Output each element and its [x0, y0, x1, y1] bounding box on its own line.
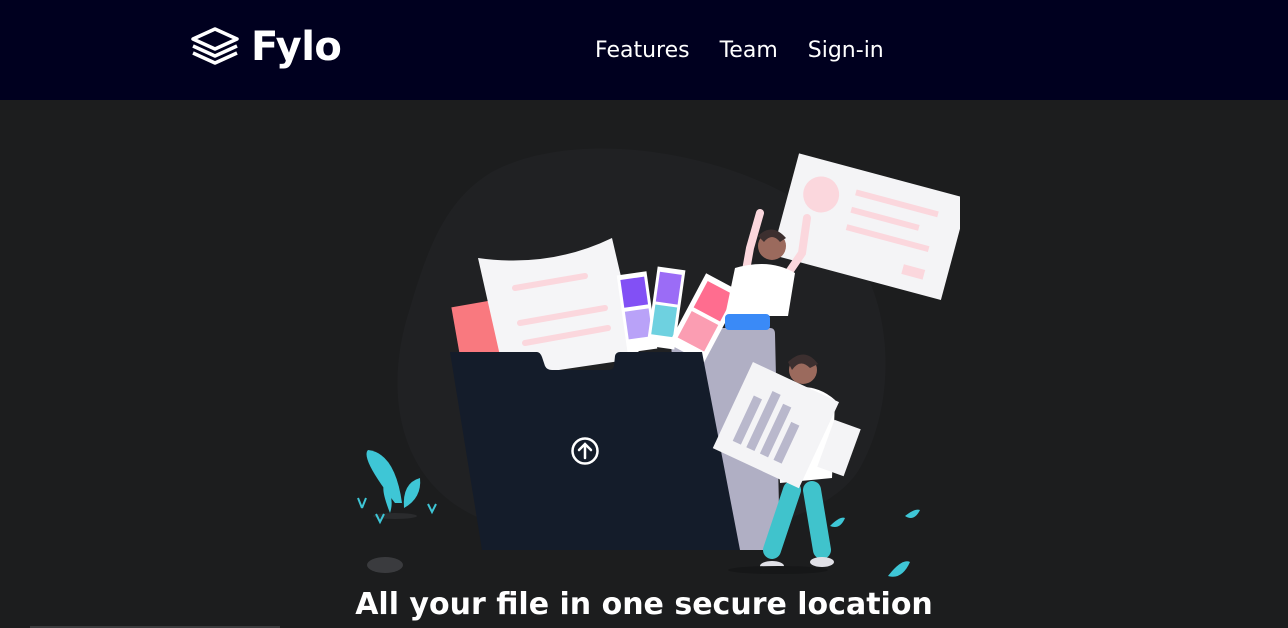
nav-link-sign-in[interactable]: Sign-in	[808, 36, 884, 66]
leaf-right-2	[905, 509, 920, 518]
leaf-right-3	[888, 561, 910, 577]
hero-illustration	[357, 148, 960, 577]
folder-front	[450, 352, 740, 550]
leaf-right-1	[830, 517, 845, 527]
plant-left	[366, 450, 421, 519]
brand-name: Fylo	[251, 24, 342, 70]
brand-logo[interactable]: Fylo	[189, 22, 342, 72]
nav-link-team[interactable]: Team	[720, 36, 778, 66]
layers-icon	[191, 27, 239, 65]
nav-links: Features Team Sign-in	[595, 36, 884, 66]
nav-link-features[interactable]: Features	[595, 36, 690, 66]
top-nav: Fylo Features Team Sign-in	[0, 0, 1288, 100]
rock	[367, 557, 403, 573]
leaf-small-1	[357, 497, 367, 509]
hero-headline: All your file in one secure location	[355, 587, 933, 622]
leaf-small-3	[427, 503, 437, 515]
